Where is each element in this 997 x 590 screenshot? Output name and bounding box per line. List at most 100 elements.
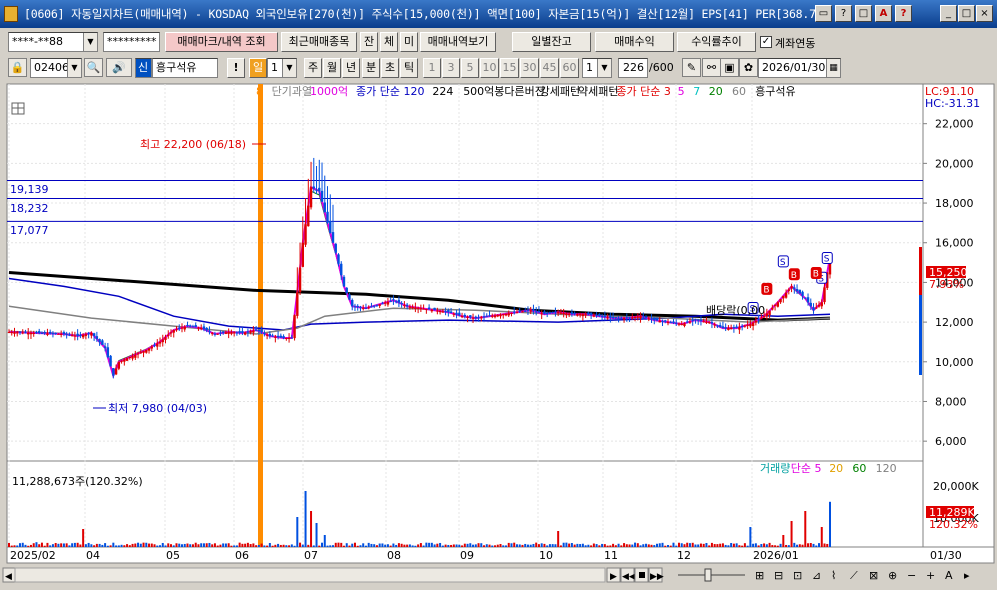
maximize-button[interactable]: □ [958, 5, 975, 22]
volume-info: 11,288,673주(120.32%) [12, 475, 143, 488]
date-input[interactable]: 2026/01/30 ▦ [758, 58, 841, 78]
search-icon[interactable]: 🔍 [84, 58, 103, 77]
period-week-button[interactable]: 주 [304, 58, 322, 78]
zoom-fit-icon[interactable]: ⊡ [793, 569, 802, 582]
window-help-button[interactable]: ? [835, 5, 852, 22]
trade-profit-button[interactable]: 매매수익 [595, 32, 674, 52]
volume-bar [79, 544, 82, 547]
candle-body [631, 317, 634, 319]
period-day-count[interactable]: 1 ▼ [267, 58, 297, 78]
window-info-button[interactable]: ? [895, 5, 912, 22]
minute-1-button[interactable]: 1 [423, 58, 441, 78]
minute-3-button[interactable]: 3 [442, 58, 460, 78]
data-count-input[interactable]: 226 [618, 58, 648, 78]
chevron-down-icon[interactable]: ▼ [83, 33, 97, 51]
period-month-button[interactable]: 월 [323, 58, 341, 78]
volume-bar [661, 542, 664, 547]
minute-15-button[interactable]: 15 [500, 58, 519, 78]
volume-bar [115, 545, 118, 547]
period-second-button[interactable]: 초 [381, 58, 399, 78]
minute-5-button[interactable]: 5 [461, 58, 479, 78]
volume-bar [213, 543, 216, 547]
minute-60-button[interactable]: 60 [560, 58, 579, 78]
period-day-button[interactable]: 일 [249, 58, 267, 78]
draw-icon[interactable]: ⌇ [831, 569, 836, 582]
account-link-checkbox[interactable]: ✓ [760, 36, 772, 48]
volume-bar [565, 542, 568, 547]
window-font-button[interactable]: A [875, 5, 892, 22]
line-icon[interactable]: ⟋ [850, 569, 858, 582]
plus-icon[interactable]: + [926, 569, 935, 582]
volume-bar [84, 544, 87, 547]
unit-select[interactable]: 1 ▼ [582, 58, 612, 78]
candle-body [345, 287, 348, 294]
chevron-down-icon[interactable]: ▼ [282, 59, 296, 77]
legend-item: 종가 단순 120 [356, 85, 424, 98]
speaker-icon[interactable]: 🔊 [106, 58, 132, 77]
stock-name-field[interactable]: 흥구석유 [152, 58, 218, 78]
zoom-slider-thumb[interactable] [704, 568, 712, 582]
tab-pending[interactable]: 미 [400, 32, 418, 52]
tab-balance[interactable]: 잔 [360, 32, 378, 52]
volume-bar [779, 543, 782, 547]
volume-bar [496, 544, 499, 547]
legend-item: 7 [693, 85, 700, 98]
candle-body [488, 315, 491, 317]
minus-icon[interactable]: − [907, 569, 916, 582]
chevron-down-icon[interactable]: ▼ [67, 59, 81, 77]
volume-bar [535, 542, 538, 547]
trade-mark-query-button[interactable]: 매매마크/내역 조회 [165, 32, 278, 52]
candle-body [59, 333, 63, 335]
candle-body [565, 313, 568, 315]
horizontal-scrollbar[interactable] [14, 567, 606, 583]
more-icon[interactable]: ▸ [964, 569, 970, 582]
save-icon[interactable]: ▣ [720, 58, 739, 77]
minute-45-button[interactable]: 45 [540, 58, 559, 78]
trade-history-button[interactable]: 매매내역보기 [420, 32, 496, 52]
volume-bar [49, 545, 52, 547]
password-field[interactable]: ********* [103, 32, 160, 52]
alert-button[interactable]: ! [227, 58, 245, 78]
volume-bar [68, 545, 71, 547]
settings-icon[interactable]: ✿ [739, 58, 758, 77]
recent-trades-button[interactable]: 최근매매종목 [281, 32, 357, 52]
magnify-icon[interactable]: ⊕ [888, 569, 897, 582]
app-icon [4, 6, 18, 22]
rect-tool-icon[interactable]: ⊠ [869, 569, 878, 582]
volume-bar [233, 545, 236, 547]
candle-body [609, 315, 612, 318]
chevron-down-icon[interactable]: ▼ [597, 59, 611, 77]
candle-body [156, 343, 159, 347]
period-tick-button[interactable]: 틱 [400, 58, 418, 78]
period-minute-button[interactable]: 분 [362, 58, 380, 78]
window-screen-button[interactable]: □ [855, 5, 872, 22]
highlight-bar [258, 84, 263, 547]
calendar-icon[interactable]: ▦ [826, 59, 840, 77]
stock-code-input[interactable]: 024060 ▼ [30, 58, 82, 78]
link-icon[interactable]: ⚯ [702, 58, 721, 77]
period-year-button[interactable]: 년 [342, 58, 360, 78]
minute-30-button[interactable]: 30 [520, 58, 539, 78]
measure-icon[interactable]: ⊿ [812, 569, 821, 582]
zoom-in-icon[interactable]: ⊞ [755, 569, 764, 582]
tab-executed[interactable]: 체 [380, 32, 398, 52]
minimize-button[interactable]: _ [940, 5, 957, 22]
lock-icon[interactable]: 🔒 [8, 58, 27, 77]
close-button[interactable]: × [976, 5, 993, 22]
zoom-out-icon[interactable]: ⊟ [774, 569, 783, 582]
candle-body [669, 322, 672, 324]
candle-body [589, 312, 593, 315]
minute-10-button[interactable]: 10 [480, 58, 499, 78]
account-select[interactable]: ****-**88 ▼ [8, 32, 98, 52]
candle-body [348, 294, 351, 300]
window-pin-button[interactable]: ▭ [815, 5, 832, 22]
daily-balance-button[interactable]: 일별잔고 [512, 32, 591, 52]
tools-icon[interactable]: ✎ [682, 58, 701, 77]
return-trend-button[interactable]: 수익률추이 [677, 32, 756, 52]
stock-chart[interactable]: 6,0008,00010,00012,00014,00016,00018,000… [0, 81, 997, 590]
candle-body [710, 322, 714, 324]
candle-body [21, 332, 24, 334]
volume-bar [345, 543, 348, 547]
font-icon[interactable]: A [945, 569, 953, 582]
candle-body [389, 301, 392, 303]
